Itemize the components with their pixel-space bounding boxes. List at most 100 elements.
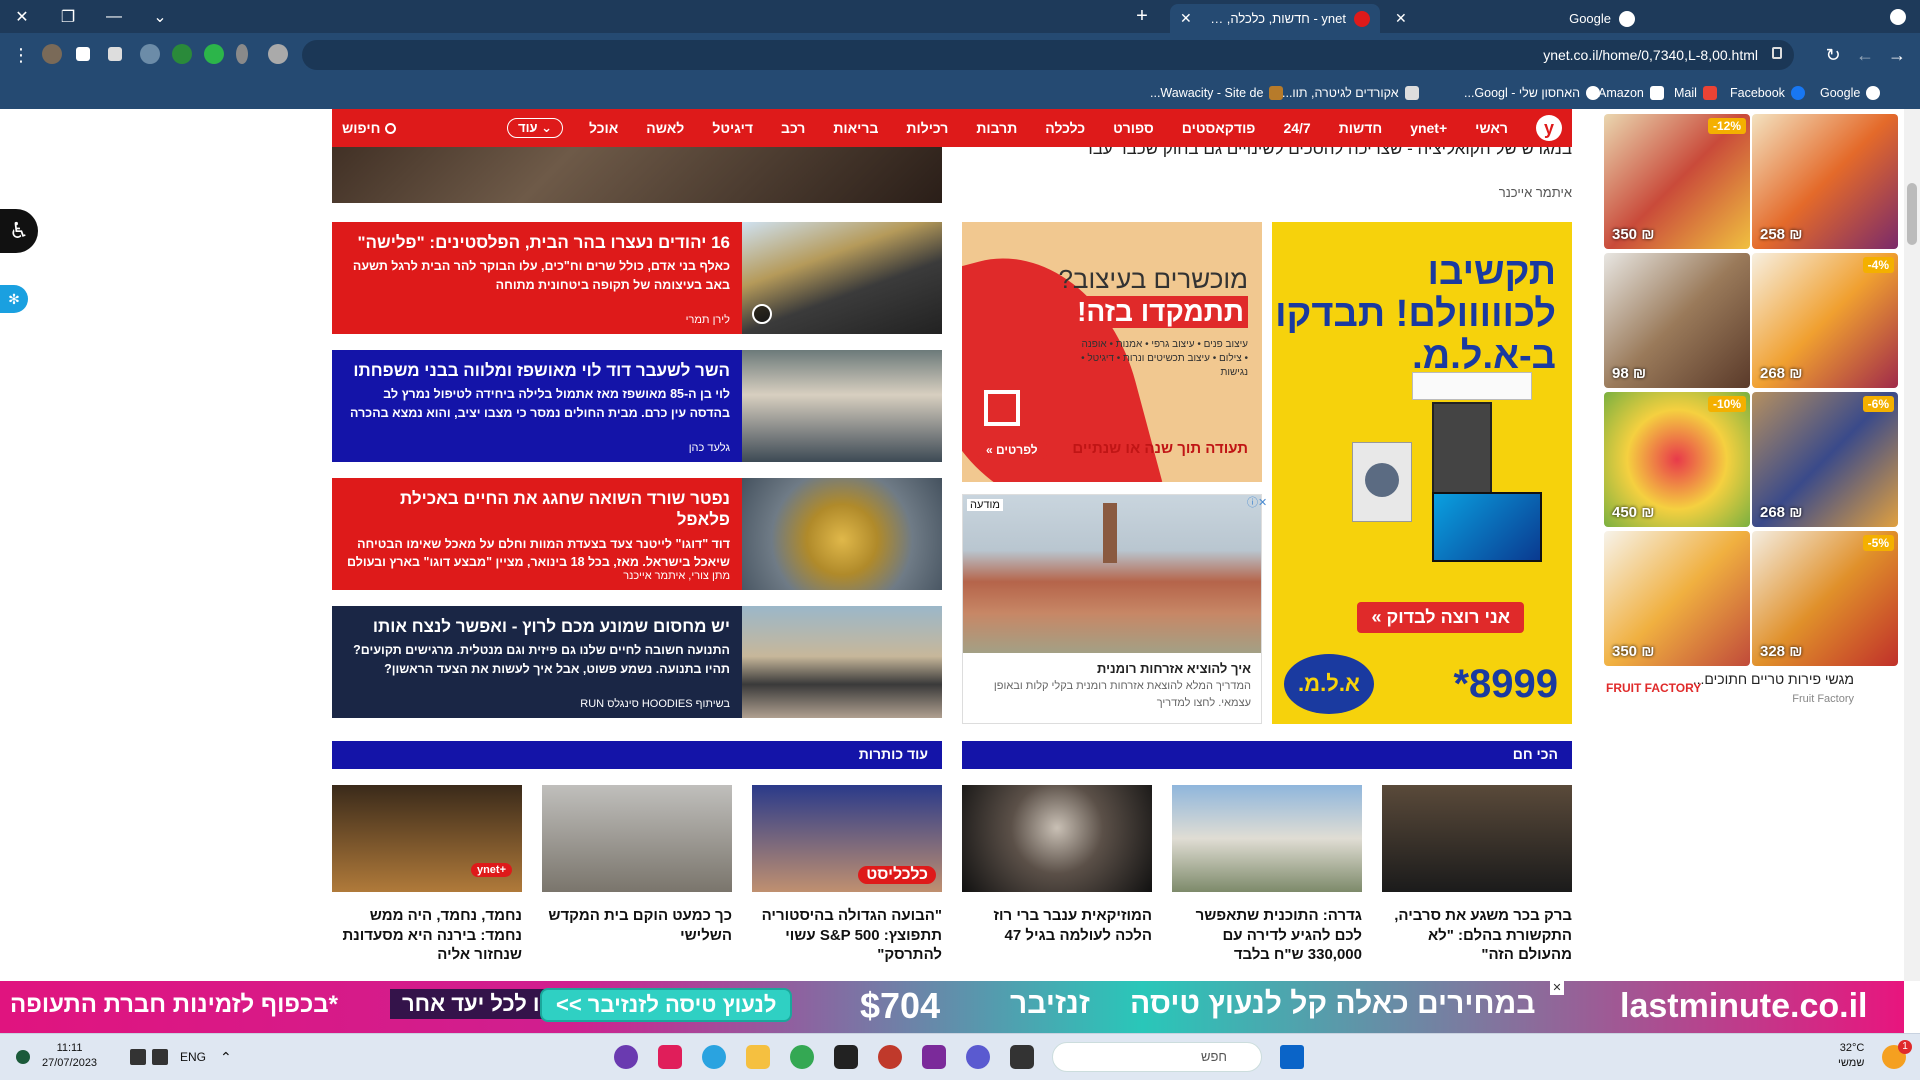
tab-close-icon[interactable]: ✕ xyxy=(1180,10,1192,27)
story-headline[interactable]: יש מחסום שמונע מכם לרוץ - ואפשר לנצח אות… xyxy=(344,616,730,637)
hot-card[interactable]: ברק בכר משגע את סרביה, התקשורת בהלם: "לא… xyxy=(1382,785,1572,965)
story-image[interactable] xyxy=(742,350,942,462)
hot-card[interactable]: המוזיקאית ענבר ברי רוז הלכה לעולמה בגיל … xyxy=(962,785,1152,945)
story-headline[interactable]: 16 יהודים נעצרו בהר הבית, הפלסטינים: "פל… xyxy=(344,232,730,253)
taskbar-search[interactable]: חפש xyxy=(1052,1042,1262,1072)
back-icon[interactable]: → xyxy=(1882,40,1912,70)
terminal-icon[interactable] xyxy=(834,1045,858,1069)
nav-item-food[interactable]: אוכל xyxy=(589,120,618,136)
tab-search-icon[interactable]: ⌄ xyxy=(140,0,180,33)
nav-item-women[interactable]: לאשה xyxy=(646,120,684,136)
story-card[interactable]: 16 יהודים נעצרו בהר הבית, הפלסטינים: "פל… xyxy=(332,222,942,334)
bookmark-chords[interactable]: אקורדים לגיטרה, תוו... xyxy=(1282,83,1419,103)
ad-cta-button[interactable]: לנעוץ טיסה לזנזיבר >> xyxy=(540,988,793,1022)
nav-item-culture[interactable]: תרבות xyxy=(976,120,1017,136)
ad-cta-button[interactable]: אני רוצה לבדוק » xyxy=(1357,602,1524,633)
onenote-icon[interactable] xyxy=(922,1045,946,1069)
app-icon[interactable] xyxy=(878,1045,902,1069)
nav-item-podcasts[interactable]: פודקאסטים xyxy=(1182,120,1256,136)
product-tile[interactable]: 450 ₪ -10% xyxy=(1604,392,1750,527)
product-tile[interactable]: 98 ₪ xyxy=(1604,253,1750,388)
fruit-factory-ad[interactable]: 258 ₪ 350 ₪ -12% 268 ₪ -4% 98 ₪ 268 ₪ -6% 4… xyxy=(1602,109,1898,705)
nav-item-247[interactable]: 24/7 xyxy=(1283,120,1310,136)
close-window-icon[interactable]: ✕ xyxy=(2,0,42,33)
scrollbar-thumb[interactable] xyxy=(1907,183,1917,245)
pin-extension-icon[interactable] xyxy=(268,44,288,64)
nav-search-button[interactable]: חיפוש xyxy=(342,120,397,136)
app-window-icon[interactable] xyxy=(1010,1045,1034,1069)
product-tile[interactable]: 268 ₪ -4% xyxy=(1752,253,1898,388)
more-card[interactable]: ynet+ נחמד, נחמד, היה ממש נחמד: בירנה הי… xyxy=(332,785,522,965)
bookmark-amazon[interactable]: Amazon xyxy=(1598,83,1664,103)
ad-title[interactable]: איך להוציא אזרחות רומנית xyxy=(963,653,1261,678)
card-title[interactable]: נחמד, נחמד, היה ממש נחמד: בירנה היא מסעד… xyxy=(332,906,523,965)
butterfly-widget-icon[interactable]: ✻ xyxy=(0,285,28,313)
bookmark-google[interactable]: Google xyxy=(1820,83,1881,103)
product-tile[interactable]: 328 ₪ -5% xyxy=(1752,531,1898,666)
story-image[interactable] xyxy=(742,222,942,334)
section-more-header[interactable]: עוד כותרות xyxy=(332,741,942,769)
nav-item-home[interactable]: ראשי xyxy=(1475,120,1508,136)
bookmark-mail[interactable]: Mail xyxy=(1674,83,1717,103)
nav-item-gossip[interactable]: רכילות xyxy=(906,120,948,136)
ynet-logo[interactable]: y xyxy=(1536,115,1562,141)
page-scrollbar[interactable] xyxy=(1904,109,1920,981)
close-icon[interactable]: ✕ xyxy=(1550,981,1564,995)
lock-icon[interactable] xyxy=(1772,47,1782,59)
product-tile[interactable]: 350 ₪ xyxy=(1604,531,1750,666)
minimize-window-icon[interactable]: — xyxy=(94,0,134,33)
accessibility-icon[interactable]: ♿ xyxy=(0,209,38,253)
hot-card[interactable]: גדרה: התוכנית שתאפשר לכם להגיע לדירה עם … xyxy=(1172,785,1362,965)
story-card[interactable]: נפטר שורד השואה שחגג את החיים באכילת פלא… xyxy=(332,478,942,590)
chat-icon[interactable] xyxy=(966,1045,990,1069)
telegram-icon[interactable] xyxy=(702,1045,726,1069)
network-icon[interactable] xyxy=(130,1049,146,1065)
section-hot-header[interactable]: הכי חם xyxy=(962,741,1572,769)
bookmark-facebook[interactable]: Facebook xyxy=(1730,83,1805,103)
design-school-ad[interactable]: מוכשרים בעיצוב? תתמקדו בזה! עיצוב פנים •… xyxy=(962,222,1262,482)
weather-widget[interactable]: 32°C שמשי xyxy=(1838,1041,1864,1072)
slack-icon[interactable] xyxy=(658,1045,682,1069)
nav-item-economy[interactable]: כלכלה xyxy=(1045,120,1085,136)
play-video-icon[interactable] xyxy=(752,304,772,324)
ad-caption[interactable]: מגשי פירות טריים חתוכים... xyxy=(1693,671,1854,687)
nav-item-sport[interactable]: ספורט xyxy=(1113,120,1154,136)
lastminute-banner-ad[interactable]: *בכפוף לזמינות חברת התעופה או לכל יעד אח… xyxy=(0,981,1904,1033)
nav-item-ynetplus[interactable]: ynet+ xyxy=(1410,120,1447,136)
adchoices-icon[interactable]: ⓘ✕ xyxy=(1247,497,1267,509)
windows-start-icon[interactable] xyxy=(1280,1045,1304,1069)
evernote-extension-icon[interactable] xyxy=(204,44,224,64)
sidebar-icon[interactable] xyxy=(76,47,90,61)
story-card[interactable]: יש מחסום שמונע מכם לרוץ - ואפשר לנצח אות… xyxy=(332,606,942,718)
bottle-extension-icon[interactable] xyxy=(236,44,248,64)
notification-count-icon[interactable] xyxy=(16,1050,30,1064)
nav-item-health[interactable]: בריאות xyxy=(833,120,878,136)
tab-ynet[interactable]: ynet - חדשות, כלכלה, ספורט ובריאות - דיו… xyxy=(1170,4,1380,33)
profile-icon[interactable] xyxy=(1878,0,1918,33)
display-icon[interactable] xyxy=(152,1049,168,1065)
avatar[interactable] xyxy=(42,44,62,64)
alm-ad[interactable]: תקשיבו לכווווולם! תבדקו ב-א.ל.מ. אני רוצ… xyxy=(1272,222,1572,724)
card-title[interactable]: כך כמעט הוקם בית המקדש השלישי xyxy=(542,906,732,945)
card-title[interactable]: "הבועה הגדולה בהיסטוריה תתפוצץ: S&P 500 … xyxy=(752,906,942,965)
bookmark-google-drive[interactable]: האחסון שלי - Googl... xyxy=(1464,83,1601,103)
product-tile[interactable]: 268 ₪ -6% xyxy=(1752,392,1898,527)
story-card[interactable]: השר לשעבר דוד לוי מאושפז ומלווה בבני משפ… xyxy=(332,350,942,462)
restore-window-icon[interactable]: ❐ xyxy=(48,0,88,33)
forward-icon[interactable]: ← xyxy=(1850,40,1880,70)
file-explorer-icon[interactable] xyxy=(746,1045,770,1069)
tab-close-icon[interactable]: ✕ xyxy=(1395,10,1407,27)
card-title[interactable]: גדרה: התוכנית שתאפשר לכם להגיע לדירה עם … xyxy=(1172,906,1362,965)
recycle-extension-icon[interactable] xyxy=(140,44,160,64)
github-icon[interactable] xyxy=(614,1045,638,1069)
nav-item-digital[interactable]: דיגיטל xyxy=(712,120,753,136)
menu-dots-icon[interactable]: ⋮ xyxy=(6,40,36,70)
story-headline[interactable]: השר לשעבר דוד לוי מאושפז ומלווה בבני משפ… xyxy=(344,360,730,381)
tab-google[interactable]: Google ✕ xyxy=(1385,4,1645,33)
nav-item-cars[interactable]: רכב xyxy=(781,120,805,136)
nav-item-news[interactable]: חדשות xyxy=(1339,120,1383,136)
product-tile[interactable]: 350 ₪ -12% xyxy=(1604,114,1750,249)
product-tile[interactable]: 258 ₪ xyxy=(1752,114,1898,249)
story-image[interactable] xyxy=(742,478,942,590)
story-headline[interactable]: נפטר שורד השואה שחגג את החיים באכילת פלא… xyxy=(344,488,730,531)
